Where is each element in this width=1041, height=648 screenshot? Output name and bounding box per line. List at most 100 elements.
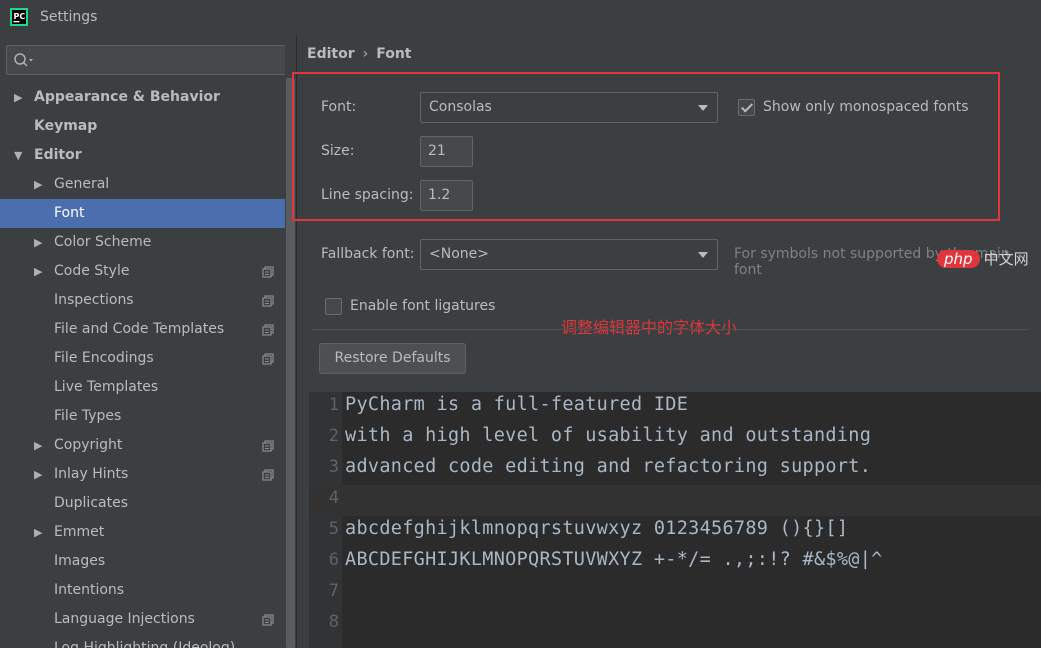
restore-defaults-button[interactable]: Restore Defaults [319,343,466,374]
sidebar-item-label: File Types [54,408,122,424]
sidebar-item-language-injections[interactable]: Language Injections [0,605,296,634]
line-number: 7 [328,581,339,601]
breadcrumb-editor: Editor [307,46,355,62]
font-select[interactable]: Consolas [420,92,718,123]
watermark: php 中文网 [937,248,1029,269]
size-input[interactable]: 21 [420,136,473,167]
project-scope-icon [262,469,274,481]
size-value: 21 [428,143,446,159]
php-logo: php [937,250,980,268]
sidebar-item-label: Keymap [34,118,98,134]
size-label: Size: [321,143,355,159]
sidebar-item-code-style[interactable]: ▶ Code Style [0,257,296,286]
line-number: 4 [328,488,339,508]
line-spacing-value: 1.2 [428,187,451,203]
sidebar-item-label: File Encodings [54,350,154,366]
svg-text:PC: PC [14,12,26,21]
sidebar-item-label: Inspections [54,292,134,308]
sidebar-item-inlay-hints[interactable]: ▶ Inlay Hints [0,460,296,489]
expand-right-icon[interactable]: ▶ [34,170,42,199]
sidebar-item-label: Editor [34,147,82,163]
monospaced-checkbox[interactable] [738,99,755,116]
expand-right-icon[interactable]: ▶ [14,83,22,112]
font-select-value: Consolas [429,99,492,115]
line-number: 1 [328,395,339,415]
sidebar-item-inspections[interactable]: Inspections [0,286,296,315]
search-icon [14,53,33,67]
line-spacing-label: Line spacing: [321,187,414,203]
expand-down-icon[interactable]: ▼ [14,141,22,170]
ligatures-label: Enable font ligatures [350,298,496,314]
sidebar-item-intentions[interactable]: Intentions [0,576,296,605]
project-scope-icon [262,614,274,626]
fallback-font-value: <None> [429,246,489,262]
expand-right-icon[interactable]: ▶ [34,460,42,489]
sidebar-item-file-and-code-templates[interactable]: File and Code Templates [0,315,296,344]
chevron-down-icon [698,105,708,111]
preview-code-text: advanced code editing and refactoring su… [345,456,872,477]
sidebar-item-label: Color Scheme [54,234,152,250]
sidebar-item-label: General [54,176,110,192]
sidebar-item-general[interactable]: ▶ General [0,170,296,199]
sidebar-item-log-highlighting-ideolog[interactable]: Log Highlighting (Ideolog) [0,634,296,648]
sidebar-item-color-scheme[interactable]: ▶ Color Scheme [0,228,296,257]
sidebar-item-label: Log Highlighting (Ideolog) [54,640,236,648]
sidebar-item-emmet[interactable]: ▶ Emmet [0,518,296,547]
preview-line: 6 ABCDEFGHIJKLMNOPQRSTUVWXYZ +-*/= .,;:!?… [309,547,1041,578]
line-number: 6 [328,550,339,570]
expand-right-icon[interactable]: ▶ [34,257,42,286]
sidebar-item-label: Inlay Hints [54,466,129,482]
preview-line: 3 advanced code editing and refactoring s… [309,454,1041,485]
monospaced-label: Show only monospaced fonts [763,99,969,115]
sidebar-item-copyright[interactable]: ▶ Copyright [0,431,296,460]
line-number: 5 [328,519,339,539]
sidebar-item-live-templates[interactable]: Live Templates [0,373,296,402]
font-preview-editor[interactable]: 1 PyCharm is a full-featured IDE 2 with a h… [309,392,1041,648]
sidebar-item-appearance-behavior[interactable]: ▶ Appearance & Behavior [0,83,296,112]
sidebar-item-editor[interactable]: ▼ Editor [0,141,296,170]
project-scope-icon [262,324,274,336]
line-number: 2 [328,426,339,446]
project-scope-icon [262,440,274,452]
line-spacing-input[interactable]: 1.2 [420,180,473,211]
expand-right-icon[interactable]: ▶ [34,518,42,547]
window-title: Settings [40,9,98,25]
sidebar-item-file-encodings[interactable]: File Encodings [0,344,296,373]
sidebar-item-label: Emmet [54,524,105,540]
pycharm-icon: PC [10,8,28,26]
fallback-font-select[interactable]: <None> [420,239,718,270]
sidebar-item-keymap[interactable]: Keymap [0,112,296,141]
sidebar-item-label: Duplicates [54,495,128,511]
sidebar-item-label: Code Style [54,263,130,279]
preview-line: 2 with a high level of usability and outs… [309,423,1041,454]
sidebar-item-duplicates[interactable]: Duplicates [0,489,296,518]
preview-code-text: with a high level of usability and outst… [345,425,872,446]
sidebar-item-font[interactable]: Font [0,199,286,228]
breadcrumb-separator: › [362,46,369,62]
preview-line: 5 abcdefghijklmnopqrstuvwxyz 0123456789 (… [309,516,1041,547]
sidebar-item-label: Intentions [54,582,125,598]
sidebar-item-label: Font [54,205,85,221]
expand-right-icon[interactable]: ▶ [34,431,42,460]
preview-line: 8 [309,609,1041,640]
preview-code-text: abcdefghijklmnopqrstuvwxyz 0123456789 ()… [345,518,849,539]
sidebar-item-label: Copyright [54,437,123,453]
fallback-font-label: Fallback font: [321,246,415,262]
settings-tree: ▶ Appearance & Behavior Keymap ▼ Editor ▶ Gene… [0,83,296,648]
font-settings-panel: Editor › Font Font: Consolas Show only mon… [292,36,1041,648]
settings-search-input[interactable] [6,45,288,75]
font-label: Font: [321,99,357,115]
annotation-text: 调整编辑器中的字体大小 [561,318,738,337]
line-number: 8 [328,612,339,632]
preview-line: 1 PyCharm is a full-featured IDE [309,392,1041,423]
sidebar-item-file-types[interactable]: File Types [0,402,296,431]
expand-right-icon[interactable]: ▶ [34,228,42,257]
ligatures-checkbox[interactable] [325,298,342,315]
sidebar-item-label: Language Injections [54,611,195,627]
title-bar: PC Settings [0,0,1041,36]
settings-sidebar: ▶ Appearance & Behavior Keymap ▼ Editor ▶ Gene… [0,36,296,648]
sidebar-item-label: Appearance & Behavior [34,89,220,105]
sidebar-item-label: File and Code Templates [54,321,225,337]
chevron-down-icon [698,252,708,258]
sidebar-item-images[interactable]: Images [0,547,296,576]
